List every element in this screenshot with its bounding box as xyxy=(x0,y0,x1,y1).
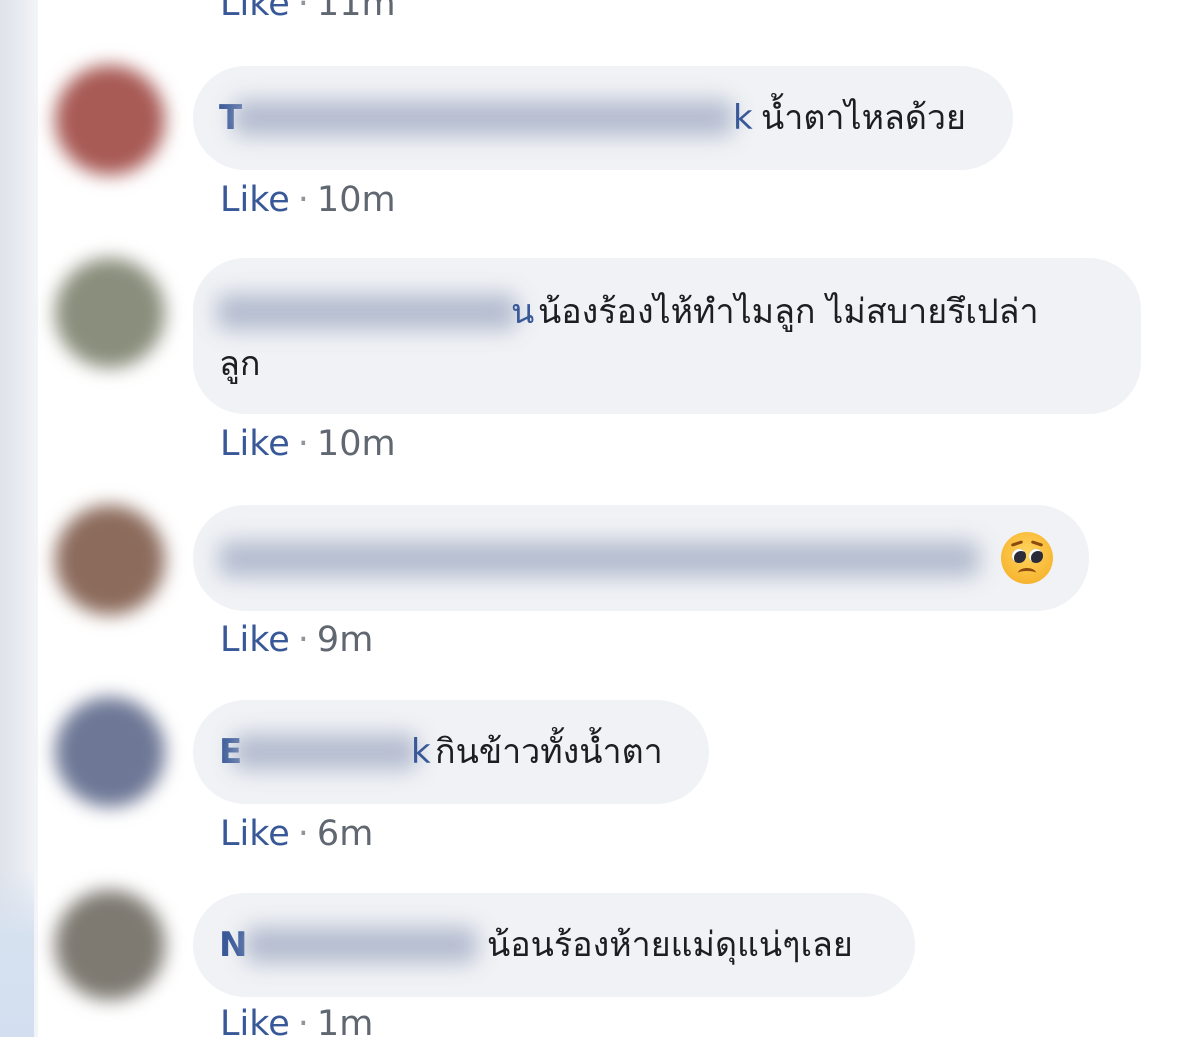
left-sidebar-strip xyxy=(0,0,38,1037)
author-name[interactable]: N xyxy=(219,917,247,973)
emoji-brow-right xyxy=(1030,540,1044,547)
comment-time[interactable]: 9m xyxy=(317,620,373,660)
pleading-face-emoji xyxy=(1001,532,1053,584)
comment-meta: Like · 9m xyxy=(220,620,373,660)
like-link[interactable]: Like xyxy=(220,620,290,660)
author-name-blurred[interactable] xyxy=(245,927,477,963)
author-name-end: น xyxy=(511,292,535,332)
comment-bubble: N น้อนร้องห้ายแม่ดุแน่ๆเลย xyxy=(193,893,915,997)
like-link[interactable]: Like xyxy=(220,1004,290,1044)
dot-separator: · xyxy=(297,180,309,220)
comment-text-line2: ลูก xyxy=(219,344,261,384)
emoji-eye-left xyxy=(1012,549,1026,563)
dot-separator: · xyxy=(297,620,309,660)
like-link[interactable]: Like xyxy=(220,814,290,854)
emoji-mouth xyxy=(1018,568,1036,578)
like-link[interactable]: Like xyxy=(220,424,290,464)
comment-bubble: E k กินข้าวทั้งน้ำตา xyxy=(193,700,709,804)
comment-time[interactable]: 6m xyxy=(317,814,373,854)
author-name-blurred[interactable] xyxy=(217,294,517,330)
comment-time[interactable]: 11m xyxy=(317,0,396,24)
avatar[interactable] xyxy=(55,697,165,807)
author-name-blurred[interactable] xyxy=(233,734,417,770)
comment-text: น้ำตาไหลด้วย xyxy=(761,98,966,138)
like-link[interactable]: Like xyxy=(220,180,290,220)
avatar[interactable] xyxy=(55,890,165,1000)
comment-meta: Like · 6m xyxy=(220,814,373,854)
comment-meta: Like · 10m xyxy=(220,424,396,464)
avatar[interactable] xyxy=(55,505,165,615)
avatar[interactable] xyxy=(55,258,165,368)
dot-separator: · xyxy=(297,1004,309,1044)
comment-text: น้อนร้องห้ายแม่ดุแน่ๆเลย xyxy=(487,925,853,965)
comment-bubble xyxy=(193,505,1089,611)
comment-text: น้องร้องไห้ทำไมลูก ไม่สบายรึเปล่า xyxy=(538,292,1039,332)
comment-meta: Like · 10m xyxy=(220,180,396,220)
comment-time[interactable]: 10m xyxy=(317,180,396,220)
like-link[interactable]: Like xyxy=(220,0,290,24)
dot-separator: · xyxy=(297,424,309,464)
author-name-end: k xyxy=(411,732,431,772)
emoji-eye-right xyxy=(1029,549,1043,563)
comment-text: กินข้าวทั้งน้ำตา xyxy=(435,732,663,772)
left-strip-highlight xyxy=(0,870,34,1037)
author-name-end: k xyxy=(733,98,753,138)
author-name-blurred[interactable] xyxy=(233,100,733,136)
avatar[interactable] xyxy=(55,65,165,175)
emoji-brow-left xyxy=(1010,540,1024,547)
comment-time[interactable]: 1m xyxy=(317,1004,373,1044)
dot-separator: · xyxy=(297,814,309,854)
comment-time[interactable]: 10m xyxy=(317,424,396,464)
comment-meta: Like · 11m xyxy=(220,0,396,24)
comment-meta: Like · 1m xyxy=(220,1004,373,1044)
comment-bubble: T k น้ำตาไหลด้วย xyxy=(193,66,1013,170)
comment-bubble: น น้องร้องไห้ทำไมลูก ไม่สบายรึเปล่า ลูก xyxy=(193,258,1141,414)
author-name-blurred[interactable] xyxy=(219,541,979,577)
dot-separator: · xyxy=(297,0,309,24)
